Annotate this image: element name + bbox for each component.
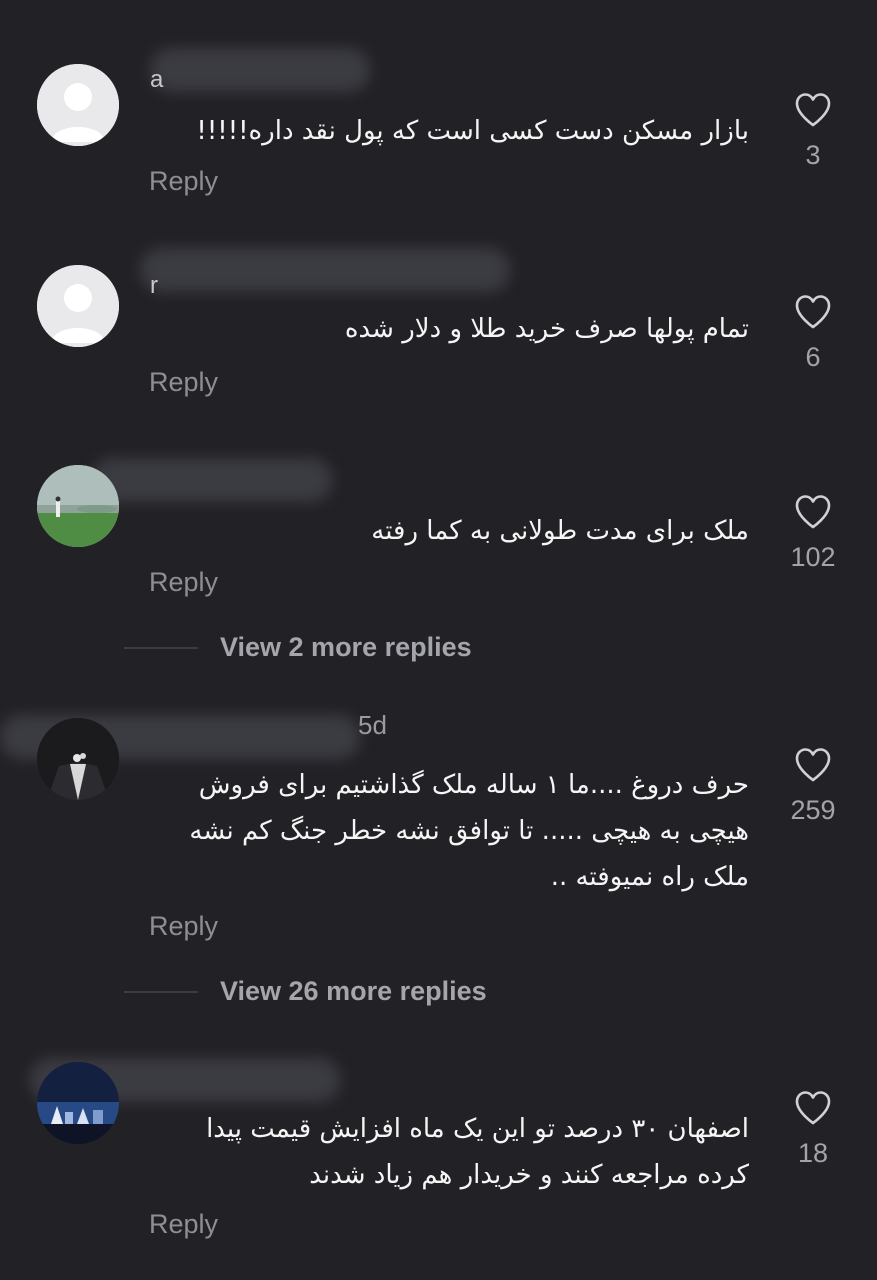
avatar[interactable] xyxy=(37,64,119,146)
reply-button[interactable]: Reply xyxy=(149,166,218,197)
view-more-label[interactable]: View 2 more replies xyxy=(220,632,472,663)
like-count: 102 xyxy=(790,542,836,572)
blurred-username xyxy=(92,458,332,502)
like-button[interactable]: 18 xyxy=(781,1090,845,1169)
like-button[interactable]: 6 xyxy=(781,294,845,373)
heart-outline-icon xyxy=(795,748,831,782)
reply-button[interactable]: Reply xyxy=(149,367,218,398)
like-button[interactable]: 102 xyxy=(781,494,845,573)
reply-button[interactable]: Reply xyxy=(149,1209,218,1240)
city-photo-icon xyxy=(37,1062,119,1144)
username-fragment[interactable]: a xyxy=(150,66,163,94)
timestamp-fragment: 5d xyxy=(358,710,387,740)
like-count: 3 xyxy=(805,140,821,170)
comment-text: بازار مسکن دست کسی است که پول نقد داره!!… xyxy=(196,116,749,146)
avatar[interactable] xyxy=(37,265,119,347)
username-fragment[interactable]: r xyxy=(150,272,158,300)
avatar[interactable] xyxy=(37,465,119,547)
default-avatar-icon xyxy=(37,265,119,347)
like-count: 259 xyxy=(790,795,836,825)
blurred-username xyxy=(140,248,510,292)
comment-text: ملک برای مدت طولانی به کما رفته xyxy=(371,516,749,546)
landscape-photo-icon xyxy=(37,465,119,547)
like-button[interactable]: 259 xyxy=(781,747,845,826)
heart-outline-icon xyxy=(795,295,831,329)
blurred-username xyxy=(150,48,370,92)
view-more-label[interactable]: View 26 more replies xyxy=(220,976,487,1007)
default-avatar-icon xyxy=(37,64,119,146)
comment-text: تمام پولها صرف خرید طلا و دلار شده xyxy=(344,314,749,344)
view-more-replies[interactable]: View 26 more replies xyxy=(124,976,487,1007)
comment-text: اصفهان ۳۰ درصد تو این یک ماه افزایش قیمت… xyxy=(206,1114,749,1190)
divider-line xyxy=(124,646,198,649)
heart-outline-icon xyxy=(795,495,831,529)
like-count: 6 xyxy=(805,342,821,372)
comment-text: حرف دروغ ....ما ۱ ساله ملک گذاشتیم برای … xyxy=(189,770,749,892)
avatar[interactable] xyxy=(37,1062,119,1144)
reply-button[interactable]: Reply xyxy=(149,567,218,598)
heart-outline-icon xyxy=(795,1091,831,1125)
like-count: 18 xyxy=(797,1138,829,1168)
like-button[interactable]: 3 xyxy=(781,92,845,171)
heart-outline-icon xyxy=(795,93,831,127)
avatar[interactable] xyxy=(37,718,119,800)
person-photo-icon xyxy=(37,718,119,800)
view-more-replies[interactable]: View 2 more replies xyxy=(124,632,472,663)
divider-line xyxy=(124,990,198,993)
reply-button[interactable]: Reply xyxy=(149,911,218,942)
